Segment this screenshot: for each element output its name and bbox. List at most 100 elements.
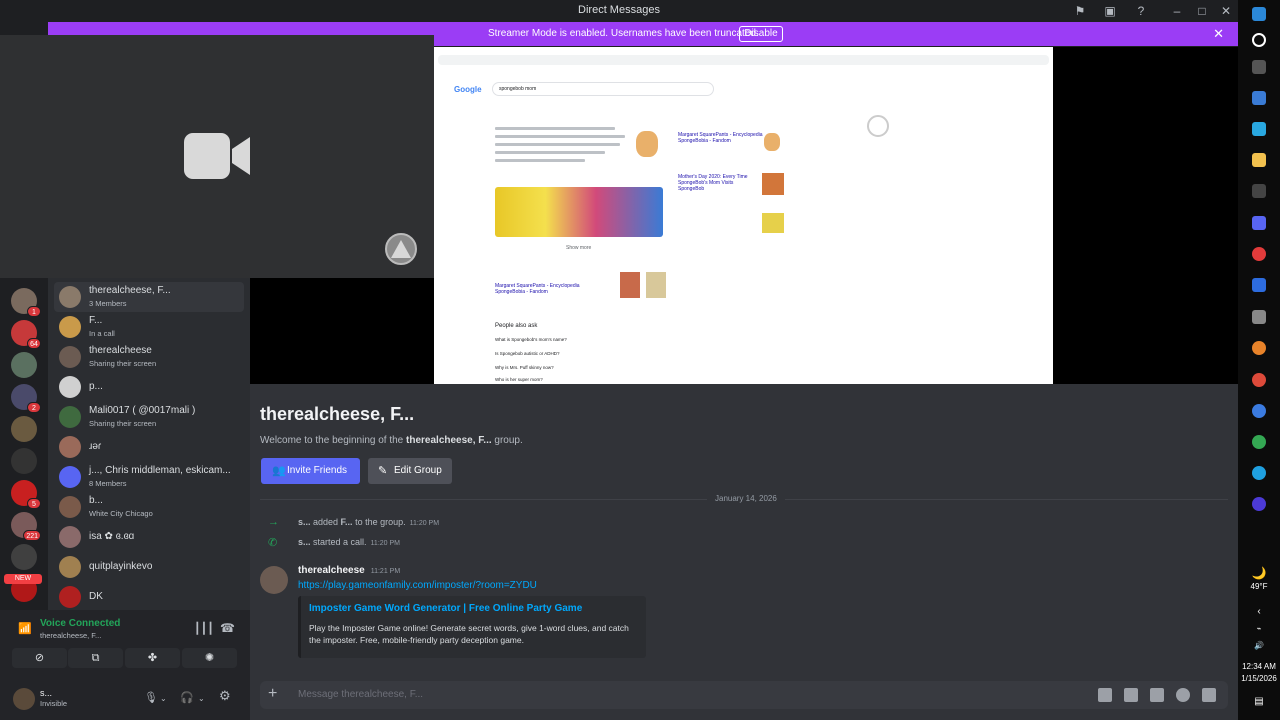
- dm-item[interactable]: b... White City Chicago: [54, 492, 244, 522]
- app-icon[interactable]: [1252, 497, 1266, 511]
- headphones-icon[interactable]: 🎧: [180, 691, 194, 704]
- embed-title[interactable]: Imposter Game Word Generator | Free Onli…: [309, 603, 582, 614]
- server-icon[interactable]: [11, 448, 37, 474]
- app-icon[interactable]: [1252, 247, 1266, 261]
- add-attachment-icon[interactable]: +: [268, 685, 277, 703]
- dm-item[interactable]: Mali0017 ( @0017mali ) Sharing their scr…: [54, 402, 244, 432]
- embed-description: Play the Imposter Game online! Generate …: [309, 623, 629, 645]
- streamer-banner-text: Streamer Mode is enabled. Usernames have…: [488, 28, 759, 39]
- server-icon[interactable]: 1: [11, 288, 41, 317]
- server-icon[interactable]: 221: [11, 512, 41, 541]
- gif-icon[interactable]: [1124, 688, 1138, 702]
- side-result-1: Margaret SquarePants - Encyclopedia Spon…: [678, 132, 763, 144]
- signal-icon[interactable]: 📶: [18, 622, 32, 635]
- server-icon[interactable]: [11, 416, 37, 442]
- chrome-icon[interactable]: [1252, 373, 1266, 387]
- close-banner-icon[interactable]: ✕: [1213, 26, 1224, 42]
- chrome-icon[interactable]: [1252, 435, 1266, 449]
- message-author[interactable]: therealcheese 11:21 PM: [298, 565, 400, 576]
- emoji-icon[interactable]: [1176, 688, 1190, 702]
- video-call-panel[interactable]: [0, 35, 434, 278]
- capcut-icon[interactable]: [1252, 184, 1266, 198]
- voice-channel[interactable]: therealcheese, F...: [40, 631, 101, 640]
- message-composer[interactable]: + Message therealcheese, F...: [260, 681, 1228, 709]
- app-icon[interactable]: [1252, 278, 1266, 292]
- apps-icon[interactable]: [1202, 688, 1216, 702]
- soundboard-wave-icon[interactable]: ┃┃┃: [194, 622, 214, 635]
- clock-time[interactable]: 12:34 AM: [1238, 662, 1280, 671]
- network-icon[interactable]: ⌁: [1238, 624, 1280, 633]
- server-icon[interactable]: [11, 544, 37, 570]
- link-embed: Imposter Game Word Generator | Free Onli…: [298, 596, 646, 658]
- clock-date[interactable]: 1/15/2026: [1238, 674, 1280, 683]
- dm-item[interactable]: quitplayinkevo: [54, 552, 244, 582]
- voice-connected-panel: 📶 Voice Connected therealcheese, F... ┃┃…: [0, 610, 250, 680]
- avatar: [59, 346, 81, 368]
- soundboard-button[interactable]: ✺: [182, 648, 237, 668]
- volume-icon[interactable]: 🔊: [1238, 641, 1280, 650]
- voice-status[interactable]: Voice Connected: [40, 618, 120, 629]
- username[interactable]: s...: [40, 688, 52, 698]
- chrome-icon[interactable]: [1252, 404, 1266, 418]
- brave-icon[interactable]: [1252, 341, 1266, 355]
- server-icon[interactable]: 5: [11, 480, 41, 509]
- avatar[interactable]: [260, 566, 288, 594]
- chevron-down-icon[interactable]: ⌄: [160, 694, 167, 703]
- close-window-icon[interactable]: ✕: [1218, 3, 1234, 19]
- disable-streamer-button[interactable]: Disable: [739, 26, 783, 42]
- message-input[interactable]: Message therealcheese, F...: [298, 689, 423, 700]
- edge-icon[interactable]: [1252, 466, 1266, 480]
- windows-start-icon[interactable]: [1252, 7, 1266, 21]
- server-list: 1 64 2 5 221 NEW: [0, 278, 48, 618]
- file-explorer-icon[interactable]: [1252, 153, 1266, 167]
- microphone-icon[interactable]: 🎙: [144, 691, 158, 704]
- chevron-up-icon[interactable]: ‹: [1238, 606, 1280, 617]
- shared-screen-stream[interactable]: Google spongebob mom Show more Margaret …: [434, 47, 1053, 384]
- task-view-icon[interactable]: [1252, 60, 1266, 74]
- camera-toggle-button[interactable]: ⊘: [12, 648, 67, 668]
- settings-gear-icon[interactable]: ⚙: [219, 688, 231, 704]
- notifications-icon[interactable]: ▤: [1238, 696, 1280, 707]
- screen-icon[interactable]: ▣: [1102, 3, 1118, 19]
- call-control-icon[interactable]: [384, 232, 418, 266]
- disconnect-icon[interactable]: ☎: [220, 621, 235, 635]
- chevron-down-icon[interactable]: ⌄: [198, 694, 205, 703]
- server-icon[interactable]: 2: [11, 384, 41, 413]
- message-link[interactable]: https://play.gameonfamily.com/imposter/?…: [298, 580, 537, 591]
- server-icon[interactable]: NEW: [4, 574, 42, 602]
- maximize-icon[interactable]: □: [1194, 3, 1210, 19]
- dm-item[interactable]: DK: [54, 582, 244, 612]
- loading-spinner-icon: [867, 115, 889, 137]
- add-user-icon: 👥: [272, 465, 286, 477]
- avatar: [59, 586, 81, 608]
- dm-item[interactable]: j..., Chris middleman, eskicam... 8 Memb…: [54, 462, 244, 492]
- screen-share-button[interactable]: ⧉: [68, 648, 123, 668]
- help-icon[interactable]: ?: [1133, 3, 1149, 19]
- minimize-icon[interactable]: –: [1169, 3, 1185, 19]
- inbox-icon[interactable]: ⚑: [1072, 3, 1088, 19]
- dm-item[interactable]: isa ✿ ɞ.ɞɑ: [54, 522, 244, 552]
- dm-item[interactable]: therealcheese Sharing their screen: [54, 342, 244, 372]
- dm-item[interactable]: p...: [54, 372, 244, 402]
- weather-temp[interactable]: 49°F: [1238, 582, 1280, 591]
- server-icon[interactable]: [11, 352, 37, 378]
- dm-item[interactable]: F... In a call: [54, 312, 244, 342]
- server-icon[interactable]: 64: [11, 320, 41, 349]
- edit-group-button[interactable]: ✎ Edit Group: [368, 458, 452, 484]
- weather-icon[interactable]: 🌙: [1238, 566, 1280, 580]
- sticker-icon[interactable]: [1150, 688, 1164, 702]
- app-icon[interactable]: [1252, 310, 1266, 324]
- activities-button[interactable]: ✤: [125, 648, 180, 668]
- avatar: [59, 496, 81, 518]
- dm-item[interactable]: ɹəɾ: [54, 432, 244, 462]
- title-bar: Direct Messages ⚑ ▣ ? – □ ✕: [0, 0, 1238, 22]
- search-icon[interactable]: [1252, 33, 1266, 47]
- invite-friends-button[interactable]: 👥 Invite Friends: [261, 458, 360, 484]
- copilot-icon[interactable]: [1252, 122, 1266, 136]
- browser-address-bar: [438, 55, 1049, 65]
- discord-icon[interactable]: [1252, 216, 1266, 230]
- dm-item[interactable]: therealcheese, F... 3 Members: [54, 282, 244, 312]
- gift-icon[interactable]: [1098, 688, 1112, 702]
- avatar[interactable]: [13, 688, 35, 710]
- store-icon[interactable]: [1252, 91, 1266, 105]
